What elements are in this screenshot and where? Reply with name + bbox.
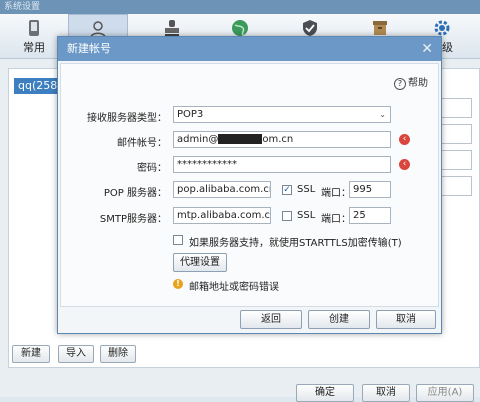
smtp-server-input[interactable]: mtp.alibaba.com.cn [173,207,271,224]
password-input[interactable]: ************ [173,156,391,173]
account-value-suffix: om.cn [262,134,294,145]
starttls-checkbox[interactable] [173,235,183,245]
dialog-title: 新建帐号 [67,42,111,55]
server-type-value: POP3 [177,109,204,120]
settings-window-title: 系统设置 [0,0,480,14]
smtp-port-input[interactable]: 25 [349,207,391,224]
pop-ssl-checkbox[interactable]: ✓ [282,185,292,195]
dialog-form: ? 帮助 接收服务器类型： POP3 ⌄ 邮件帐号： admin@ om.cn ‹ … [60,63,439,307]
apply-button[interactable]: 应用(A) [416,384,474,402]
phone-icon [29,20,39,36]
delete-account-button[interactable]: 删除 [100,345,136,363]
smtp-ssl-label: SSL [297,210,316,221]
warning-icon: ! [173,279,183,289]
account-value-prefix: admin@ [177,134,219,145]
warning-message: 邮箱地址或密码错误 [189,282,279,293]
ok-button[interactable]: 确定 [296,384,354,402]
create-button[interactable]: 创建 [308,310,370,329]
shield-check-icon [303,20,317,36]
smtp-port-label: 端口： [321,214,351,225]
pop-port-label: 端口： [321,188,351,199]
smtp-server-label: SMTP服务器： [99,214,167,225]
account-label: 邮件帐号： [117,138,167,149]
question-icon: ? [394,78,406,90]
settings-field[interactable] [440,150,472,170]
toolbar-item-general[interactable]: 常用 [4,14,64,58]
gear-icon [434,20,450,36]
stamp-icon [165,20,179,36]
dialog-title-bar: 新建帐号 ✕ [58,37,441,61]
close-icon[interactable]: ✕ [421,37,433,61]
server-type-select[interactable]: POP3 ⌄ [173,106,391,123]
import-account-button[interactable]: 导入 [58,345,94,363]
settings-field[interactable] [440,124,472,144]
server-type-label: 接收服务器类型： [87,113,167,124]
error-icon: ‹ [399,159,410,170]
cancel-dialog-button[interactable]: 取消 [376,310,436,329]
pop-server-label: POP 服务器： [103,188,167,199]
new-account-button[interactable]: 新建 [12,345,50,363]
chevron-down-icon: ⌄ [379,110,386,119]
cancel-button[interactable]: 取消 [362,384,410,402]
account-list-item[interactable]: qq(2589 [14,78,64,94]
archive-box-icon [373,21,387,35]
pop-port-input[interactable]: 995 [349,181,391,198]
settings-field[interactable] [440,176,472,196]
toolbar-item-label: 常用 [23,41,45,54]
proxy-settings-button[interactable]: 代理设置 [173,253,227,272]
account-list[interactable]: qq(2589 [14,78,64,338]
account-input[interactable]: admin@ om.cn [173,131,391,148]
starttls-label: 如果服务器支持，就使用STARTTLS加密传输(T) [189,238,402,249]
pop-ssl-label: SSL [297,184,316,195]
dialog-footer: 返回 创建 取消 [58,307,441,333]
smtp-ssl-checkbox[interactable] [282,211,292,221]
error-icon: ‹ [399,134,410,145]
new-account-dialog: 新建帐号 ✕ ? 帮助 接收服务器类型： POP3 ⌄ 邮件帐号： admin@ o… [57,36,442,334]
redacted-block [218,134,263,144]
help-link[interactable]: ? 帮助 [394,74,428,90]
back-button[interactable]: 返回 [240,310,302,329]
pop-server-input[interactable]: pop.alibaba.com.cn [173,181,271,198]
help-label: 帮助 [408,78,428,89]
globe-icon [232,20,248,36]
settings-field[interactable] [440,98,472,118]
password-label: 密码： [137,163,167,174]
